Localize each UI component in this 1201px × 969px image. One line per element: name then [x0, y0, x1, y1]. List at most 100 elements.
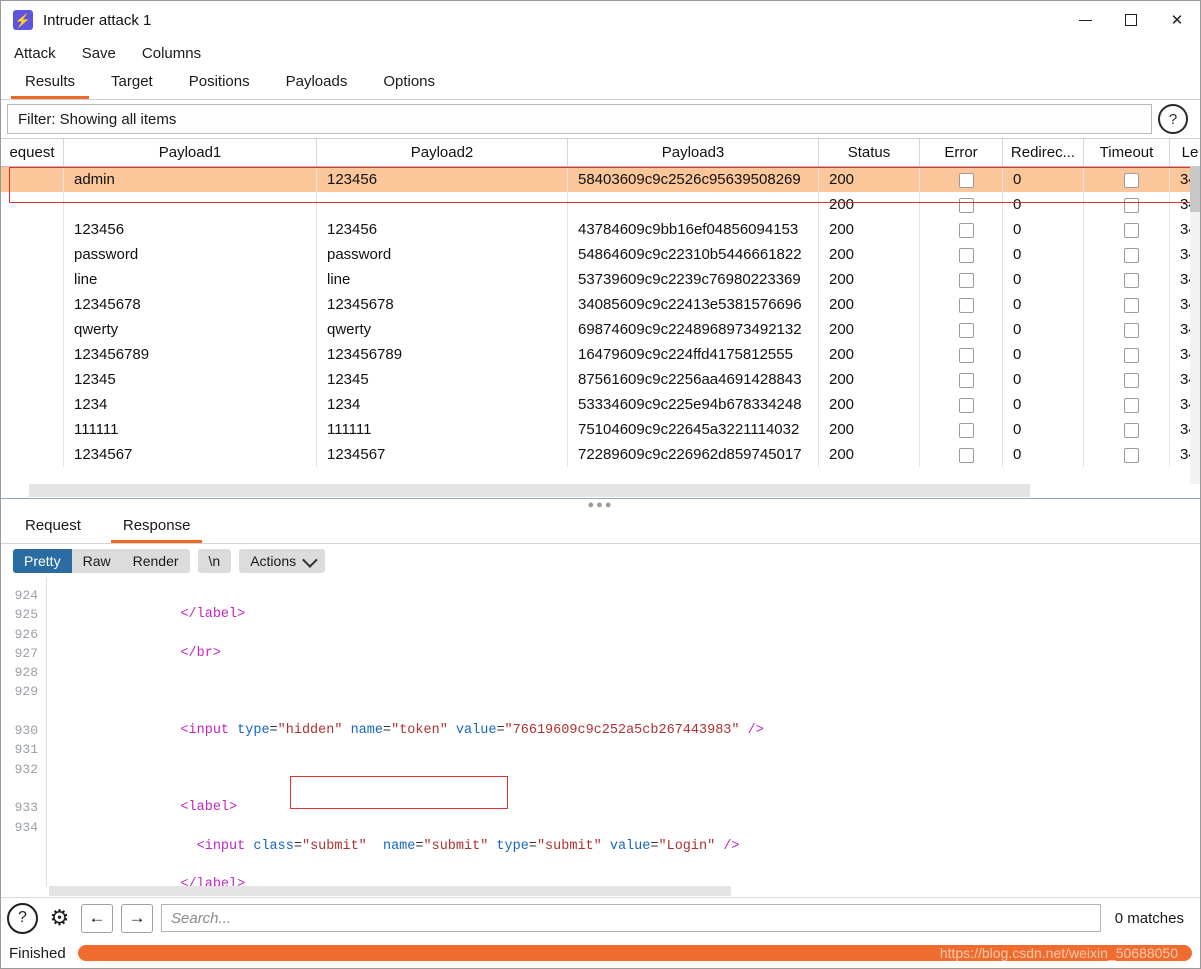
checkbox-icon[interactable] [958, 322, 974, 338]
tab-positions[interactable]: Positions [175, 69, 264, 99]
checkbox-icon[interactable] [958, 222, 974, 238]
column-header-timeout[interactable]: Timeout [1083, 139, 1170, 167]
search-input[interactable]: Search... [161, 904, 1101, 932]
checkbox-icon[interactable] [958, 197, 974, 213]
cell-timeout[interactable] [1083, 192, 1170, 217]
cell-error[interactable] [919, 166, 1003, 192]
column-header-error[interactable]: Error [919, 139, 1003, 167]
table-row[interactable]: 2000348 [1, 192, 1200, 217]
back-button[interactable]: ← [81, 903, 113, 933]
checkbox-icon[interactable] [958, 172, 974, 188]
tab-payloads[interactable]: Payloads [272, 69, 362, 99]
cell-timeout[interactable] [1083, 242, 1170, 267]
menu-item-attack[interactable]: Attack [13, 43, 57, 64]
checkbox-icon[interactable] [1124, 247, 1139, 263]
checkbox-icon[interactable] [1124, 447, 1139, 463]
cell-timeout[interactable] [1083, 166, 1170, 192]
cell-timeout[interactable] [1083, 267, 1170, 292]
table-row[interactable]: 12345 12345 87561609c9c2256aa4691428843 200… [1, 367, 1200, 392]
cell-error[interactable] [919, 217, 1003, 242]
checkbox-icon[interactable] [1124, 222, 1139, 238]
column-header-length[interactable]: Le [1169, 139, 1200, 167]
minimize-button[interactable] [1062, 1, 1108, 39]
maximize-button[interactable] [1108, 1, 1154, 39]
cell-timeout[interactable] [1083, 392, 1170, 417]
checkbox-icon[interactable] [1124, 297, 1139, 313]
column-header-status[interactable]: Status [818, 139, 920, 167]
code-scroll-thumb[interactable] [49, 886, 731, 896]
scrollbar-thumb[interactable] [1190, 166, 1200, 212]
response-code-viewer[interactable]: 924 925 926 927 928 929 930 931 932 933 934 </la… [1, 578, 1200, 897]
cell-timeout[interactable] [1083, 442, 1170, 467]
checkbox-icon[interactable] [958, 297, 974, 313]
cell-error[interactable] [919, 317, 1003, 342]
cell-error[interactable] [919, 367, 1003, 392]
table-row[interactable]: password password 54864609c9c22310b5446661… [1, 242, 1200, 267]
cell-error[interactable] [919, 192, 1003, 217]
view-mode-raw[interactable]: Raw [72, 549, 122, 573]
checkbox-icon[interactable] [958, 272, 974, 288]
cell-timeout[interactable] [1083, 342, 1170, 367]
checkbox-icon[interactable] [958, 447, 974, 463]
help-icon-bottom[interactable]: ? [7, 902, 38, 934]
tab-target[interactable]: Target [97, 69, 167, 99]
cell-timeout[interactable] [1083, 317, 1170, 342]
table-row[interactable]: qwerty qwerty 69874609c9c2248968973492132 2… [1, 317, 1200, 342]
tab-response[interactable]: Response [110, 513, 203, 543]
checkbox-icon[interactable] [1124, 197, 1139, 213]
column-header-redirect[interactable]: Redirec... [1002, 139, 1084, 167]
cell-error[interactable] [919, 442, 1003, 467]
cell-timeout[interactable] [1083, 217, 1170, 242]
table-row[interactable]: 123456789 123456789 16479609c9c224ffd41758… [1, 342, 1200, 367]
tab-request[interactable]: Request [13, 513, 93, 543]
gear-icon[interactable]: ⚙ [46, 905, 73, 932]
cell-error[interactable] [919, 267, 1003, 292]
column-header-request[interactable]: equest [1, 139, 64, 167]
cell-error[interactable] [919, 292, 1003, 317]
table-vertical-scrollbar[interactable] [1190, 166, 1200, 484]
response-code-content[interactable]: </label> </br> <input type="hidden" name… [47, 578, 1200, 897]
view-mode-pretty[interactable]: Pretty [13, 549, 72, 573]
checkbox-icon[interactable] [958, 347, 974, 363]
cell-timeout[interactable] [1083, 417, 1170, 442]
cell-timeout[interactable] [1083, 292, 1170, 317]
checkbox-icon[interactable] [1124, 397, 1139, 413]
table-row[interactable]: 1234123453334609c9c225e94b67833424820003… [1, 392, 1200, 417]
checkbox-icon[interactable] [1124, 347, 1139, 363]
checkbox-icon[interactable] [958, 397, 974, 413]
checkbox-icon[interactable] [1124, 172, 1139, 188]
column-header-payload2[interactable]: Payload2 [316, 139, 568, 167]
table-row[interactable]: 123456 123456 43784609c9bb16ef04856094153 2… [1, 217, 1200, 242]
menu-item-save[interactable]: Save [81, 43, 117, 64]
cell-error[interactable] [919, 417, 1003, 442]
menu-item-columns[interactable]: Columns [141, 43, 202, 64]
table-row[interactable]: 111111 111111 75104609c9c22645a3221114032 2… [1, 417, 1200, 442]
tab-results[interactable]: Results [11, 69, 90, 99]
checkbox-icon[interactable] [958, 422, 974, 438]
horizontal-scroll-thumb[interactable] [29, 484, 1030, 497]
help-icon[interactable]: ? [1158, 104, 1188, 134]
cell-error[interactable] [919, 392, 1003, 417]
cell-timeout[interactable] [1083, 367, 1170, 392]
table-horizontal-scrollbar[interactable] [1, 484, 1200, 499]
table-row[interactable]: 12345678 12345678 34085609c9c22413e5381576… [1, 292, 1200, 317]
forward-button[interactable]: → [121, 903, 153, 933]
cell-error[interactable] [919, 342, 1003, 367]
tab-options[interactable]: Options [369, 69, 449, 99]
newline-toggle-button[interactable]: \n [197, 549, 232, 573]
checkbox-icon[interactable] [1124, 322, 1139, 338]
actions-button[interactable]: Actions [239, 549, 326, 573]
checkbox-icon[interactable] [958, 372, 974, 388]
view-mode-render[interactable]: Render [122, 549, 190, 573]
column-header-payload1[interactable]: Payload1 [63, 139, 317, 167]
checkbox-icon[interactable] [1124, 422, 1139, 438]
cell-error[interactable] [919, 242, 1003, 267]
table-row[interactable]: admin 123456 58403609c9c2526c95639508269 20… [1, 166, 1200, 192]
column-header-payload3[interactable]: Payload3 [567, 139, 819, 167]
filter-bar[interactable]: Filter: Showing all items [7, 104, 1152, 134]
code-horizontal-scrollbar[interactable] [1, 886, 1200, 897]
panel-splitter[interactable]: ●●● [1, 499, 1200, 511]
checkbox-icon[interactable] [1124, 372, 1139, 388]
table-row[interactable]: lineline53739609c9c2239c7698022336920003… [1, 267, 1200, 292]
table-row[interactable]: 1234567 1234567 72289609c9c226962d85974501… [1, 442, 1200, 467]
